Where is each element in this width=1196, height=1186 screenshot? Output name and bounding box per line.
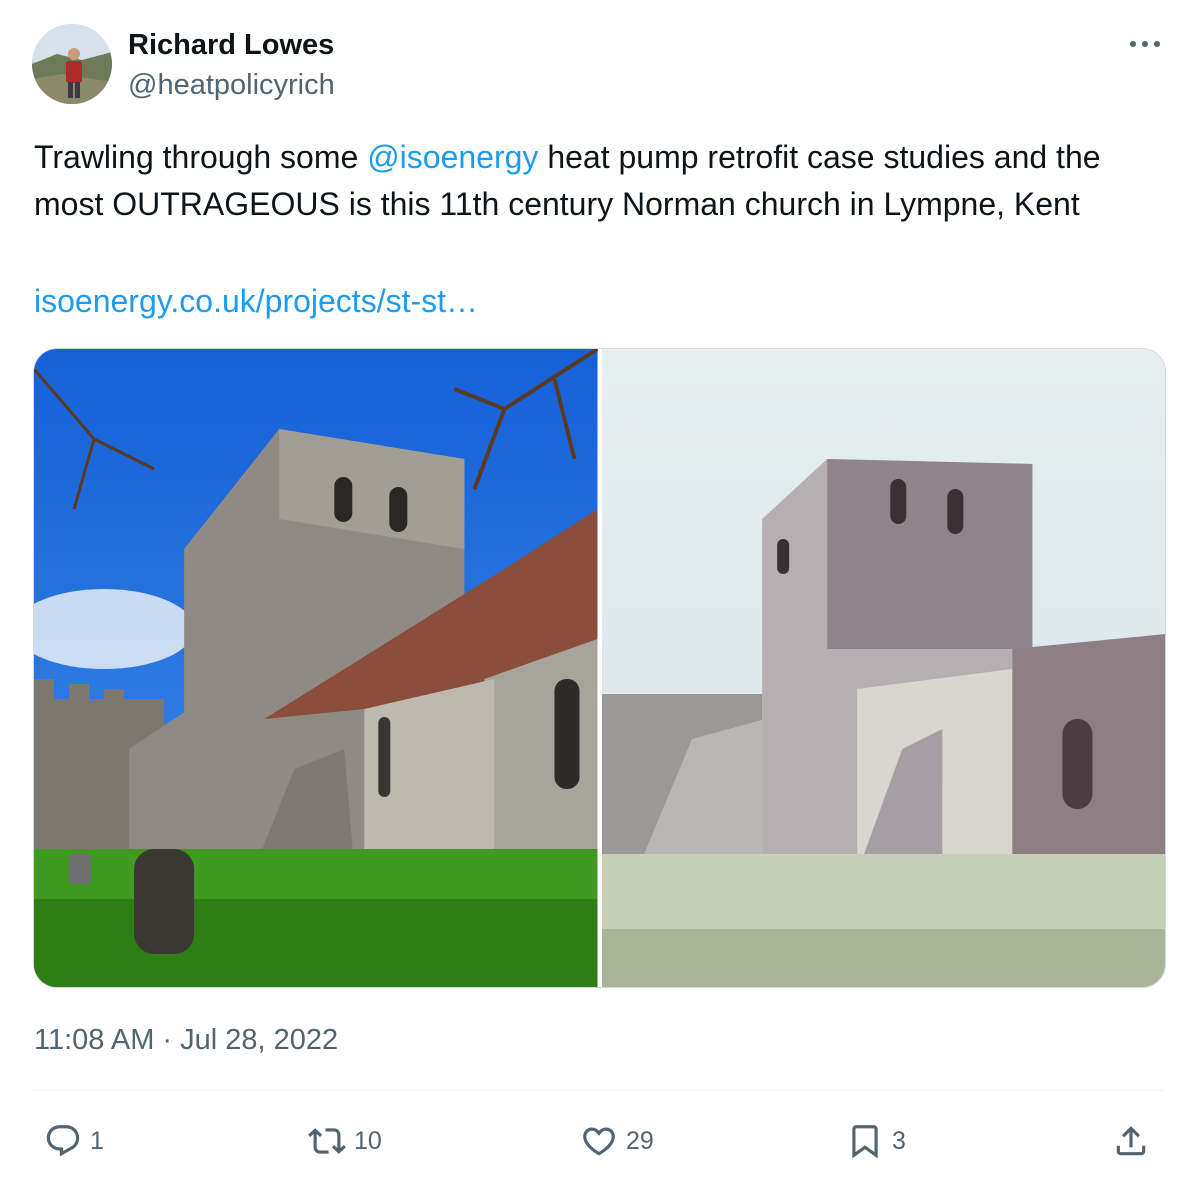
retweet-button[interactable]: 10	[308, 1116, 382, 1166]
avatar-image	[32, 24, 112, 104]
like-count: 29	[626, 1126, 654, 1155]
mention-link[interactable]: @isoenergy	[367, 139, 538, 175]
share-button[interactable]	[1112, 1116, 1150, 1166]
reply-icon	[46, 1125, 80, 1157]
heart-icon	[583, 1127, 615, 1156]
reply-count: 1	[90, 1126, 104, 1155]
photo-church-painting[interactable]	[601, 349, 1165, 987]
timestamp[interactable]: 11:08 AM · Jul 28, 2022	[34, 1020, 338, 1060]
bookmark-button[interactable]: 3	[846, 1116, 906, 1166]
tweet-text-start: Trawling through some	[34, 139, 368, 175]
church-painting-image	[601, 349, 1165, 987]
divider	[32, 1090, 1164, 1091]
reply-button[interactable]: 1	[44, 1116, 104, 1166]
share-icon	[1116, 1126, 1146, 1156]
like-button[interactable]: 29	[580, 1116, 654, 1166]
action-bar: 1 10 29 3	[0, 1116, 1196, 1166]
avatar[interactable]	[32, 24, 112, 104]
photo-church[interactable]	[34, 349, 598, 987]
more-button[interactable]	[1128, 30, 1162, 58]
author-handle[interactable]: @heatpolicyrich	[128, 68, 335, 102]
retweet-icon	[308, 1128, 346, 1154]
church-photo-image	[34, 349, 598, 987]
retweet-count: 10	[354, 1126, 382, 1155]
author-name[interactable]: Richard Lowes	[128, 28, 334, 62]
media-grid	[33, 348, 1166, 988]
bookmark-icon	[852, 1125, 878, 1159]
more-icon	[1130, 41, 1160, 47]
tweet-text: Trawling through some @isoenergy heat pu…	[34, 134, 1164, 228]
external-link[interactable]: isoenergy.co.uk/projects/st-st…	[34, 278, 478, 325]
tweet: Richard Lowes @heatpolicyrich Trawling t…	[0, 0, 1196, 1186]
bookmark-count: 3	[892, 1126, 906, 1155]
